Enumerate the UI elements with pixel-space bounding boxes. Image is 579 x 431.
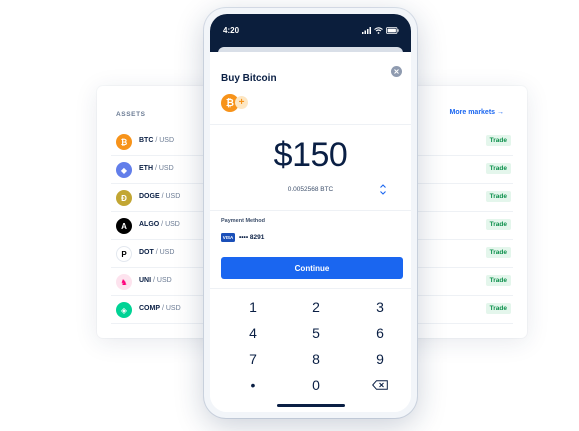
payment-method-row[interactable]: VISA •••• 8291	[221, 233, 264, 242]
digit-key-8[interactable]: 8	[296, 348, 336, 370]
digit-key-1[interactable]: 1	[233, 296, 273, 318]
phone-frame: 4:20 Buy Bitcoin ₿ + $150 0.0052568 BTC …	[204, 8, 417, 418]
asset-quote: USD	[165, 305, 181, 312]
asset-base: ETH	[139, 165, 153, 172]
digit-key-7[interactable]: 7	[233, 348, 273, 370]
trade-button[interactable]: Trade	[485, 247, 511, 258]
doge-icon: Ð	[116, 190, 132, 206]
asset-pair: DOT / USD	[139, 249, 174, 256]
payment-method-label: Payment Method	[221, 218, 266, 224]
status-icons	[362, 27, 399, 34]
phone-screen: 4:20 Buy Bitcoin ₿ + $150 0.0052568 BTC …	[210, 14, 411, 412]
asset-base: DOT	[139, 249, 154, 256]
continue-button[interactable]: Continue	[221, 257, 403, 279]
more-markets-link[interactable]: More markets →	[450, 109, 504, 116]
asset-pair: BTC / USD	[139, 137, 174, 144]
eth-icon: ◆	[116, 162, 132, 178]
asset-quote: USD	[156, 277, 172, 284]
asset-base: ALGO	[139, 221, 160, 228]
trade-button[interactable]: Trade	[485, 191, 511, 202]
sheet-title: Buy Bitcoin	[221, 73, 277, 84]
swap-currency-icon[interactable]	[379, 183, 387, 196]
asset-quote: USD	[165, 221, 180, 228]
uni-icon: ♞	[116, 274, 132, 290]
digit-key-3[interactable]: 3	[360, 296, 400, 318]
divider	[210, 124, 411, 125]
coin-selector[interactable]: ₿ +	[221, 94, 248, 112]
asset-quote: USD	[159, 137, 175, 144]
asset-base: DOGE	[139, 193, 160, 200]
divider	[210, 210, 411, 211]
asset-pair: UNI / USD	[139, 277, 172, 284]
asset-quote: USD	[158, 165, 174, 172]
trade-button[interactable]: Trade	[485, 163, 511, 174]
digit-key-4[interactable]: 4	[233, 322, 273, 344]
fiat-amount: $150	[273, 136, 348, 174]
asset-quote: USD	[165, 193, 181, 200]
close-button[interactable]	[391, 66, 402, 77]
close-icon	[394, 69, 399, 74]
trade-button[interactable]: Trade	[485, 135, 511, 146]
algo-icon: A	[116, 218, 132, 234]
asset-base: BTC	[139, 137, 154, 144]
numeric-keypad: 1 2 3 4 5 6 7 8 9 • 0 ⌫	[210, 296, 411, 406]
digit-key-2[interactable]: 2	[296, 296, 336, 318]
asset-pair: ALGO / USD	[139, 221, 180, 228]
trade-button[interactable]: Trade	[485, 303, 511, 314]
status-time: 4:20	[223, 26, 240, 35]
digit-key-6[interactable]: 6	[360, 322, 400, 344]
digit-key-0[interactable]: 0	[296, 374, 336, 396]
digit-key-9[interactable]: 9	[360, 348, 400, 370]
btc-icon: ₿	[116, 134, 132, 150]
add-coin-icon: +	[235, 96, 248, 109]
asset-pair: DOGE / USD	[139, 193, 180, 200]
decimal-key[interactable]: •	[233, 374, 273, 396]
asset-pair: ETH / USD	[139, 165, 174, 172]
signal-icon	[362, 27, 371, 34]
asset-quote: USD	[159, 249, 175, 256]
assets-header: ASSETS	[116, 111, 146, 118]
dot-icon: P	[116, 246, 132, 262]
buy-sheet: Buy Bitcoin ₿ + $150 0.0052568 BTC Payme…	[210, 52, 411, 412]
backspace-key[interactable]: ⌫	[360, 374, 400, 396]
divider	[210, 288, 411, 289]
card-number: •••• 8291	[239, 234, 265, 241]
asset-base: COMP	[139, 305, 160, 312]
trade-button[interactable]: Trade	[485, 275, 511, 286]
visa-card-icon: VISA	[221, 233, 235, 242]
asset-pair: COMP / USD	[139, 305, 181, 312]
digit-key-5[interactable]: 5	[296, 322, 336, 344]
wifi-icon	[374, 27, 383, 34]
battery-icon	[386, 27, 399, 34]
trade-button[interactable]: Trade	[485, 219, 511, 230]
asset-base: UNI	[139, 277, 152, 284]
comp-icon: ◈	[116, 302, 132, 318]
home-indicator	[277, 404, 345, 407]
